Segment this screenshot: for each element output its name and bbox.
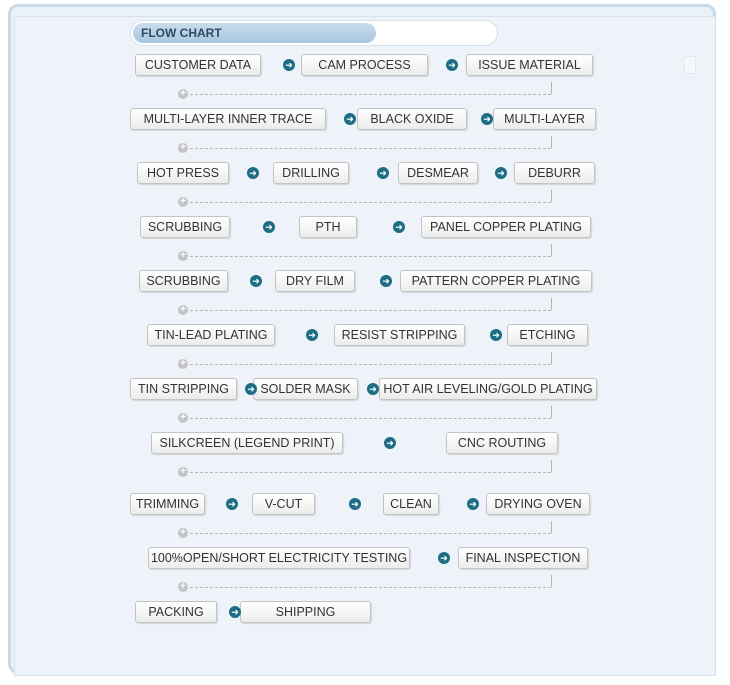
connector-line <box>190 533 551 534</box>
process-step: BLACK OXIDE <box>357 108 467 130</box>
connector-line <box>551 521 552 533</box>
plus-icon: + <box>178 143 188 153</box>
process-step: PATTERN COPPER PLATING <box>400 270 592 292</box>
process-step: HOT AIR LEVELING/GOLD PLATING <box>379 378 597 400</box>
process-step: ETCHING <box>507 324 588 346</box>
plus-icon: + <box>178 359 188 369</box>
process-step: PANEL COPPER PLATING <box>421 216 591 238</box>
process-step: HOT PRESS <box>137 162 229 184</box>
plus-icon: + <box>178 467 188 477</box>
connector-line <box>551 244 552 256</box>
connector-line <box>190 94 551 95</box>
arrow-right-icon: ➜ <box>377 167 389 179</box>
connector-line <box>190 148 551 149</box>
process-step: MULTI-LAYER INNER TRACE <box>130 108 326 130</box>
arrow-right-icon: ➜ <box>490 329 502 341</box>
connector-line <box>551 352 552 364</box>
process-step: TIN STRIPPING <box>130 378 237 400</box>
connector-line <box>190 256 551 257</box>
connector-line <box>190 202 551 203</box>
connector-line <box>551 136 552 148</box>
process-step: V-CUT <box>252 493 315 515</box>
process-step: DRILLING <box>273 162 349 184</box>
arrow-right-icon: ➜ <box>349 498 361 510</box>
arrow-right-icon: ➜ <box>384 437 396 449</box>
process-step: TIN-LEAD PLATING <box>147 324 275 346</box>
arrow-right-icon: ➜ <box>245 383 257 395</box>
arrow-right-icon: ➜ <box>446 59 458 71</box>
process-step: SHIPPING <box>240 601 371 623</box>
process-step: MULTI-LAYER <box>493 108 596 130</box>
plus-icon: + <box>178 582 188 592</box>
scroll-handle[interactable] <box>684 56 696 74</box>
connector-line <box>551 190 552 202</box>
arrow-right-icon: ➜ <box>344 113 356 125</box>
plus-icon: + <box>178 251 188 261</box>
arrow-right-icon: ➜ <box>380 275 392 287</box>
process-step: 100%OPEN/SHORT ELECTRICITY TESTING <box>148 547 410 569</box>
arrow-right-icon: ➜ <box>283 59 295 71</box>
process-step: PACKING <box>135 601 217 623</box>
plus-icon: + <box>178 305 188 315</box>
process-step: PTH <box>299 216 357 238</box>
connector-line <box>190 418 551 419</box>
connector-line <box>551 575 552 587</box>
arrow-right-icon: ➜ <box>438 552 450 564</box>
connector-line <box>190 587 551 588</box>
process-step: SCRUBBING <box>140 216 230 238</box>
arrow-right-icon: ➜ <box>481 113 493 125</box>
plus-icon: + <box>178 197 188 207</box>
arrow-right-icon: ➜ <box>229 606 241 618</box>
process-step: DRYING OVEN <box>486 493 590 515</box>
arrow-right-icon: ➜ <box>226 498 238 510</box>
connector-line <box>551 298 552 310</box>
title-bar: FLOW CHART <box>130 20 498 46</box>
connector-line <box>190 364 551 365</box>
arrow-right-icon: ➜ <box>306 329 318 341</box>
connector-line <box>190 310 551 311</box>
connector-line <box>551 82 552 94</box>
process-step: FINAL INSPECTION <box>458 547 588 569</box>
connector-line <box>551 406 552 418</box>
arrow-right-icon: ➜ <box>367 383 379 395</box>
process-step: CAM PROCESS <box>301 54 428 76</box>
arrow-right-icon: ➜ <box>250 275 262 287</box>
process-step: RESIST STRIPPING <box>334 324 465 346</box>
plus-icon: + <box>178 89 188 99</box>
arrow-right-icon: ➜ <box>247 167 259 179</box>
process-step: CUSTOMER DATA <box>135 54 261 76</box>
process-step: SOLDER MASK <box>253 378 358 400</box>
page-title: FLOW CHART <box>133 23 376 43</box>
process-step: DESMEAR <box>398 162 478 184</box>
plus-icon: + <box>178 413 188 423</box>
process-step: CLEAN <box>383 493 439 515</box>
process-step: DRY FILM <box>275 270 355 292</box>
arrow-right-icon: ➜ <box>393 221 405 233</box>
process-step: SILKCREEN (LEGEND PRINT) <box>151 432 343 454</box>
arrow-right-icon: ➜ <box>495 167 507 179</box>
process-step: DEBURR <box>514 162 595 184</box>
arrow-right-icon: ➜ <box>263 221 275 233</box>
process-step: ISSUE MATERIAL <box>466 54 593 76</box>
process-step: CNC ROUTING <box>446 432 558 454</box>
connector-line <box>190 472 551 473</box>
process-step: TRIMMING <box>130 493 205 515</box>
connector-line <box>551 460 552 472</box>
plus-icon: + <box>178 528 188 538</box>
process-step: SCRUBBING <box>139 270 228 292</box>
arrow-right-icon: ➜ <box>467 498 479 510</box>
